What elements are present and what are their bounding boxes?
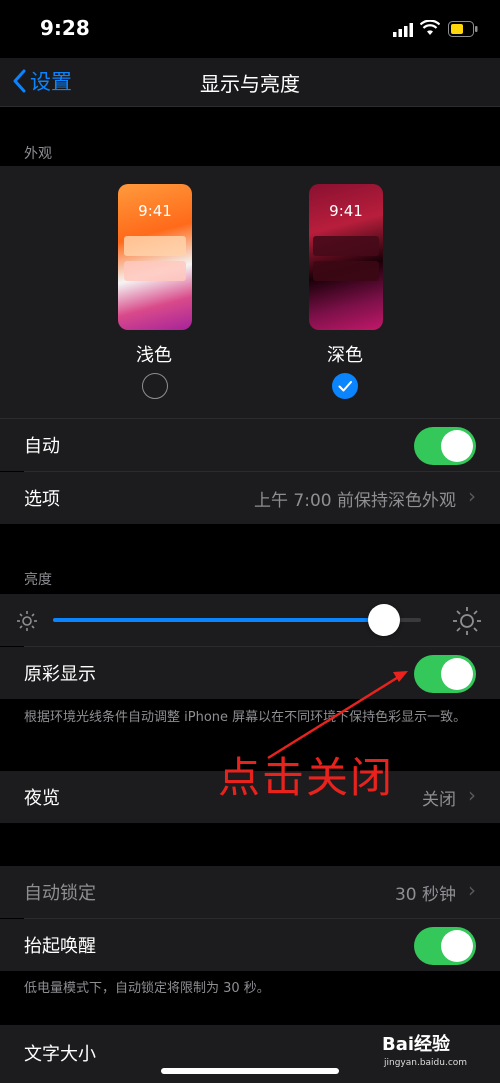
light-preview-time: 9:41 [138, 202, 172, 220]
checkmark-icon [338, 381, 352, 392]
chevron-right-icon: › [468, 783, 476, 807]
brightness-header: 亮度 [24, 572, 52, 588]
raise-to-wake-label: 抬起唤醒 [24, 936, 96, 957]
dark-preview-widget [313, 236, 379, 256]
true-tone-label: 原彩显示 [24, 664, 96, 685]
options-value: 上午 7:00 前保持深色外观 [254, 491, 456, 511]
status-bar: 9:28 [0, 0, 500, 58]
light-mode-label: 浅色 [136, 345, 172, 366]
auto-lock-row[interactable]: 自动锁定 30 秒钟 › [0, 866, 500, 918]
brightness-fill [53, 618, 385, 622]
brightness-slider-row [0, 594, 500, 646]
brightness-track[interactable] [53, 618, 421, 622]
light-preview-widget [124, 236, 186, 256]
text-size-label: 文字大小 [24, 1044, 96, 1065]
raise-to-wake-toggle[interactable] [414, 927, 476, 965]
auto-appearance-row: 自动 [0, 419, 500, 471]
dark-preview-time: 9:41 [329, 202, 363, 220]
true-tone-row: 原彩显示 [0, 647, 500, 699]
signal-icon [393, 22, 413, 41]
appearance-picker: 9:41 9:41 浅色 深色 [0, 166, 500, 418]
toggle-knob [441, 430, 473, 462]
sun-small-icon [16, 610, 38, 636]
status-time: 9:28 [40, 16, 90, 40]
options-label: 选项 [24, 489, 60, 510]
chevron-right-icon: › [468, 484, 476, 508]
low-power-note: 低电量模式下，自动锁定将限制为 30 秒。 [24, 981, 270, 996]
baidu-jingyan-watermark: Bai经验 [382, 1034, 451, 1055]
navigation-bar: 设置 显示与亮度 [0, 58, 500, 107]
battery-icon [448, 21, 478, 41]
dark-mode-preview[interactable]: 9:41 [309, 184, 383, 330]
page-title: 显示与亮度 [200, 72, 300, 96]
wifi-icon [419, 19, 441, 40]
auto-lock-value: 30 秒钟 [394, 885, 456, 905]
chevron-right-icon: › [468, 878, 476, 902]
annotation-text: 点击关闭 [218, 753, 395, 802]
true-tone-note: 根据环境光线条件自动调整 iPhone 屏幕以在不同环境下保持色彩显示一致。 [24, 710, 467, 725]
sun-large-icon [452, 606, 482, 640]
auto-lock-label: 自动锁定 [24, 883, 96, 904]
true-tone-toggle[interactable] [414, 655, 476, 693]
brightness-slider-thumb[interactable] [368, 604, 401, 636]
home-indicator [161, 1068, 339, 1074]
watermark-url: jingyan.baidu.com [384, 1058, 468, 1068]
dark-mode-radio[interactable] [332, 373, 358, 399]
night-shift-value: 关闭 [422, 790, 456, 810]
dark-preview-widget [313, 261, 379, 281]
light-mode-radio[interactable] [142, 373, 168, 399]
appearance-header: 外观 [24, 146, 52, 162]
auto-toggle[interactable] [414, 427, 476, 465]
toggle-knob [441, 658, 473, 690]
light-mode-preview[interactable]: 9:41 [118, 184, 192, 330]
dark-mode-label: 深色 [327, 345, 363, 366]
light-preview-widget [124, 261, 186, 281]
raise-to-wake-row: 抬起唤醒 [0, 919, 500, 971]
auto-label: 自动 [24, 436, 60, 457]
toggle-knob [441, 930, 473, 962]
night-shift-label: 夜览 [24, 788, 60, 809]
options-row[interactable]: 选项 上午 7:00 前保持深色外观 › [0, 472, 500, 524]
